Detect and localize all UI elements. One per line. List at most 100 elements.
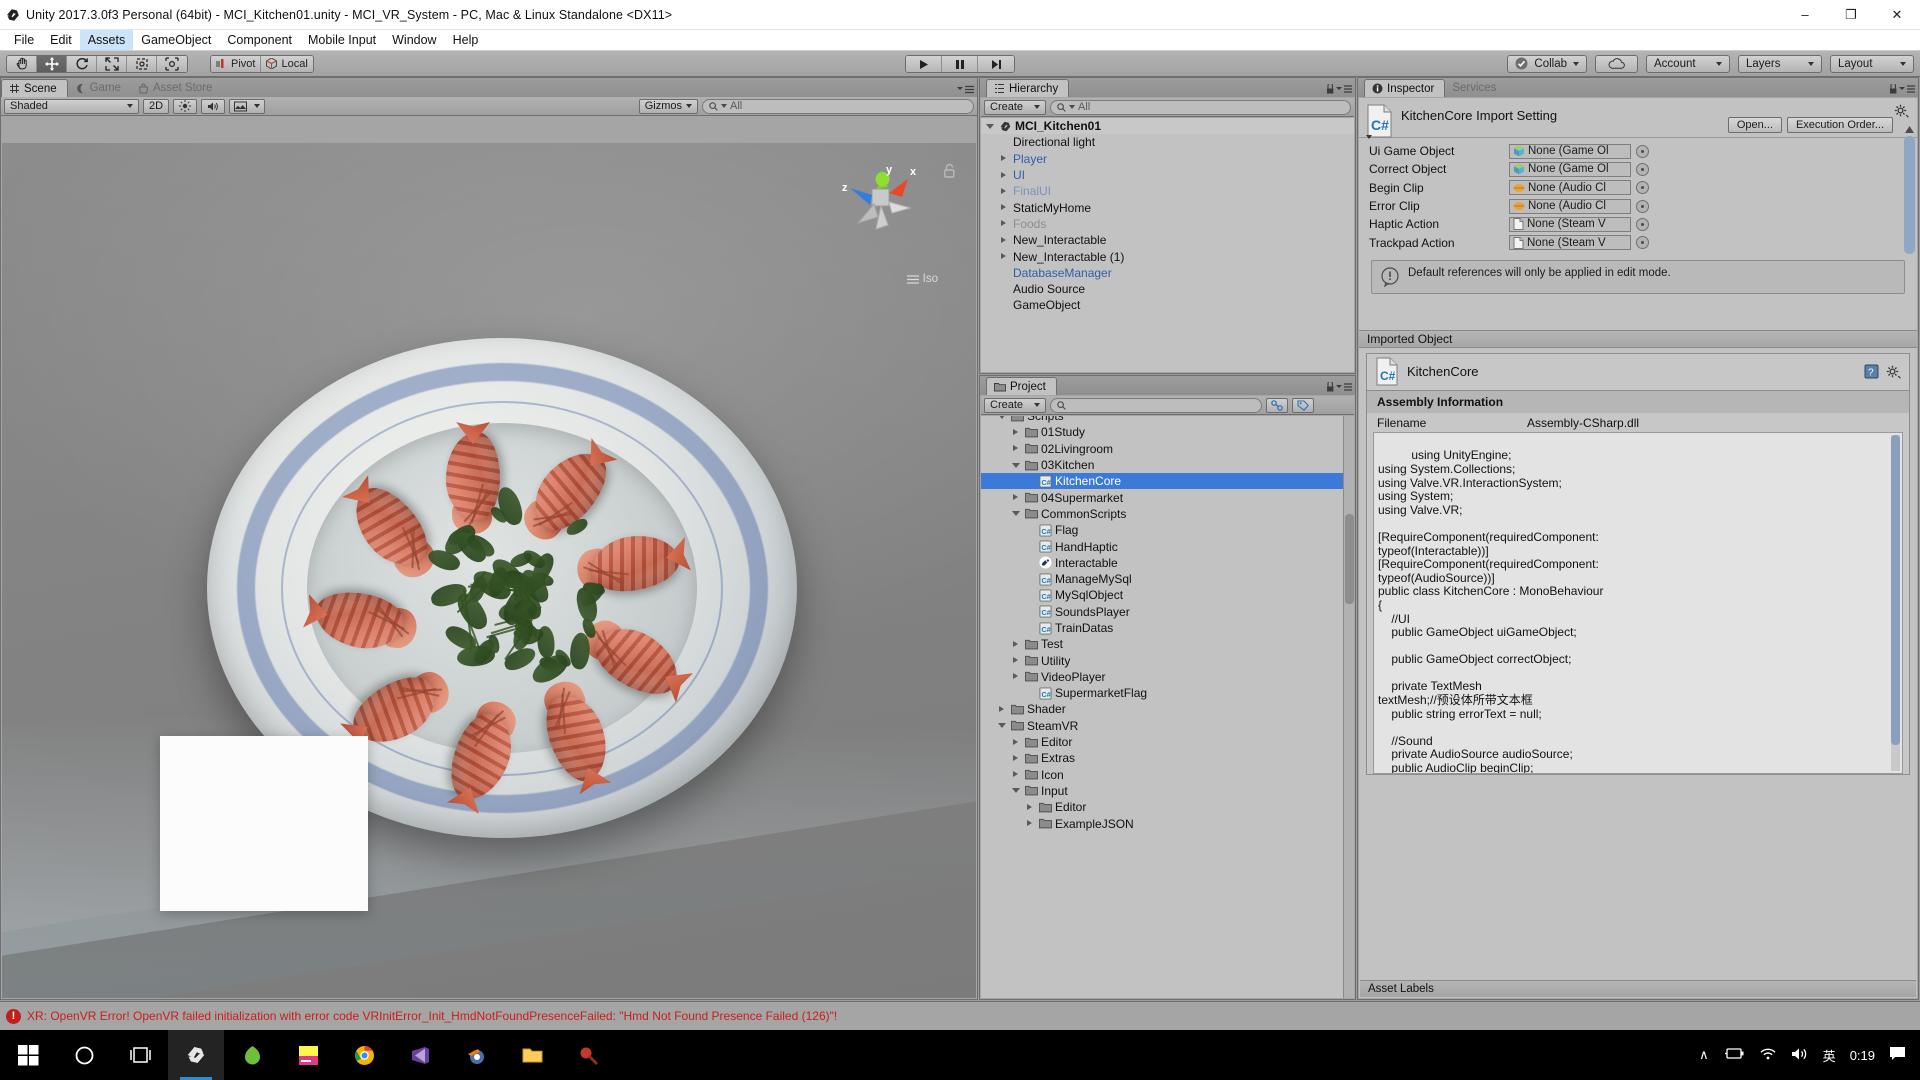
menu-assets[interactable]: Assets [80, 30, 134, 50]
tab-asset-store[interactable]: Asset Store [131, 79, 222, 97]
project-scrollbar[interactable] [1343, 416, 1354, 998]
transform-tool-button[interactable] [157, 56, 187, 72]
project-item-03kitchen[interactable]: 03Kitchen [981, 457, 1343, 473]
menu-component[interactable]: Component [219, 30, 300, 50]
disclosure-triangle-icon[interactable] [1011, 443, 1022, 454]
imported-gear-icon[interactable] [1886, 365, 1901, 379]
pivot-toggle-button[interactable]: Pivot [211, 56, 261, 72]
disclosure-triangle-icon[interactable] [999, 153, 1010, 164]
hierarchy-item-audio-source[interactable]: Audio Source [981, 281, 1354, 297]
taskbar-chrome-icon[interactable] [336, 1030, 392, 1080]
disclosure-triangle-icon[interactable] [999, 251, 1010, 262]
disclosure-triangle-icon[interactable] [999, 202, 1010, 213]
object-field-ui-game-object[interactable]: None (Game Ol [1509, 144, 1631, 159]
project-item-editor[interactable]: Editor [981, 734, 1343, 750]
layout-button[interactable]: Layout [1830, 55, 1914, 73]
status-bar[interactable]: ! XR: OpenVR Error! OpenVR failed initia… [0, 1001, 1920, 1030]
object-picker-button-ui-game-object[interactable] [1636, 145, 1649, 158]
disclosure-triangle-icon[interactable] [997, 720, 1008, 731]
hierarchy-create-button[interactable]: Create [984, 100, 1046, 115]
taskbar-vscode-icon[interactable] [392, 1030, 448, 1080]
tray-chevron-icon[interactable]: ∧ [1699, 1047, 1709, 1063]
project-item-01study[interactable]: 01Study [981, 424, 1343, 440]
disclosure-triangle-icon[interactable] [1011, 655, 1022, 666]
disclosure-triangle-icon[interactable] [1011, 769, 1022, 780]
layers-button[interactable]: Layers [1738, 55, 1822, 73]
disclosure-triangle-icon[interactable] [1011, 639, 1022, 650]
hand-tool-button[interactable] [7, 56, 37, 72]
scene-panel-menu[interactable] [957, 85, 974, 94]
disclosure-triangle-icon[interactable] [999, 186, 1010, 197]
hierarchy-item-player[interactable]: Player [981, 151, 1354, 167]
disclosure-triangle-icon[interactable] [1025, 818, 1036, 829]
cloud-button[interactable] [1595, 55, 1638, 73]
disclosure-triangle-icon[interactable] [985, 121, 996, 132]
object-field-trackpad-action[interactable]: None (Steam V [1509, 235, 1631, 250]
collab-button[interactable]: Collab [1507, 55, 1587, 73]
wifi-icon[interactable] [1759, 1047, 1777, 1063]
ime-indicator[interactable]: 英 [1823, 1046, 1836, 1065]
tab-scene[interactable]: Scene [1, 79, 68, 97]
scene-projection-label[interactable]: Iso [907, 273, 938, 285]
project-filter-label-button[interactable] [1292, 398, 1314, 413]
hierarchy-item-foods[interactable]: Foods [981, 216, 1354, 232]
disclosure-triangle-icon[interactable] [1011, 737, 1022, 748]
tab-project[interactable]: Project [986, 377, 1057, 395]
disclosure-triangle-icon[interactable] [997, 416, 1008, 422]
lighting-toggle-button[interactable] [173, 99, 197, 114]
audio-toggle-button[interactable] [201, 99, 225, 114]
disclosure-triangle-icon[interactable] [1011, 460, 1022, 471]
close-button[interactable]: ✕ [1874, 0, 1920, 30]
object-field-haptic-action[interactable]: None (Steam V [1509, 217, 1631, 232]
hierarchy-item-new-interactable[interactable]: New_Interactable [981, 232, 1354, 248]
pause-button[interactable] [942, 56, 978, 73]
tab-game[interactable]: Game [68, 79, 131, 97]
local-toggle-button[interactable]: Local [261, 56, 312, 72]
inspector-panel-menu[interactable] [1890, 84, 1915, 94]
project-item-mysqlobject[interactable]: C# MySqlObject [981, 587, 1343, 603]
object-picker-button-begin-clip[interactable] [1636, 181, 1649, 194]
project-item-shader[interactable]: Shader [981, 701, 1343, 717]
taskbar-explorer-icon[interactable] [504, 1030, 560, 1080]
volume-icon[interactable] [1791, 1047, 1809, 1064]
scene-search-input[interactable]: All [702, 99, 974, 114]
tab-hierarchy[interactable]: Hierarchy [986, 79, 1069, 97]
disclosure-triangle-icon[interactable] [999, 218, 1010, 229]
disclosure-triangle-icon[interactable] [997, 704, 1008, 715]
gizmos-dropdown[interactable]: Gizmos [639, 99, 698, 114]
effects-toggle-button[interactable] [229, 99, 265, 114]
hierarchy-item-mci-kitchen01[interactable]: MCI_Kitchen01 [981, 118, 1354, 134]
project-tree[interactable]: Scripts 01Study 02Livingroom 03Kitchen C# Kit… [981, 416, 1343, 998]
project-item-managemysql[interactable]: C# ManageMySql [981, 571, 1343, 587]
project-scrollbar-thumb[interactable] [1345, 514, 1354, 604]
project-item-examplejson[interactable]: ExampleJSON [981, 815, 1343, 831]
hierarchy-item-new-interactable-1[interactable]: New_Interactable (1) [981, 248, 1354, 264]
menu-help[interactable]: Help [445, 30, 487, 50]
notification-icon[interactable] [1889, 1046, 1906, 1064]
clock[interactable]: 0:19 [1850, 1048, 1875, 1063]
project-search-input[interactable] [1050, 398, 1262, 413]
menu-window[interactable]: Window [384, 30, 444, 50]
cortana-icon[interactable] [56, 1030, 112, 1080]
project-create-button[interactable]: Create [984, 398, 1046, 413]
project-item-04supermarket[interactable]: 04Supermarket [981, 489, 1343, 505]
hierarchy-search-input[interactable]: All [1050, 100, 1351, 115]
shading-mode-dropdown[interactable]: Shaded [4, 99, 139, 114]
object-field-error-clip[interactable]: None (Audio Cl [1509, 199, 1631, 214]
project-item-02livingroom[interactable]: 02Livingroom [981, 441, 1343, 457]
disclosure-triangle-icon[interactable] [1025, 802, 1036, 813]
project-item-supermarketflag[interactable]: C# SupermarketFlag [981, 685, 1343, 701]
object-field-correct-object[interactable]: None (Game Ol [1509, 162, 1631, 177]
disclosure-triangle-icon[interactable] [1011, 508, 1022, 519]
tab-services[interactable]: Services [1445, 79, 1506, 97]
project-item-videoplayer[interactable]: VideoPlayer [981, 669, 1343, 685]
taskbar-pycharm-icon[interactable] [280, 1030, 336, 1080]
menu-mobile-input[interactable]: Mobile Input [300, 30, 384, 50]
scene-view-gizmo[interactable]: x y z [836, 153, 926, 243]
project-item-flag[interactable]: C# Flag [981, 522, 1343, 538]
project-item-test[interactable]: Test [981, 636, 1343, 652]
rect-tool-button[interactable] [127, 56, 157, 72]
hierarchy-item-ui[interactable]: UI [981, 167, 1354, 183]
account-button[interactable]: Account [1646, 55, 1730, 73]
asset-labels-footer[interactable]: Asset Labels [1360, 980, 1916, 997]
